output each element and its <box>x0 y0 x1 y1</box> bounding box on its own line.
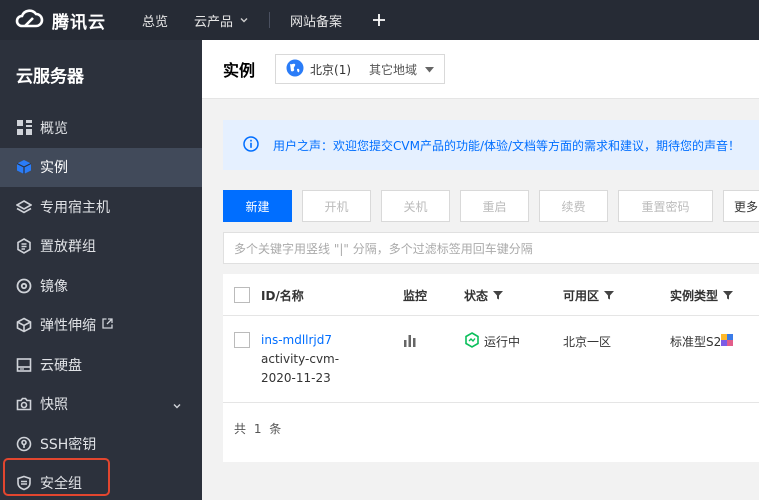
brand-logo[interactable]: 腾讯云 <box>0 7 142 33</box>
region-other: 其它地域 <box>369 62 418 77</box>
instance-id-link[interactable]: ins-mdllrjd7 <box>261 333 332 347</box>
sidebar-item-label: 实例 <box>40 160 68 177</box>
sparkle-icon <box>721 334 734 349</box>
col-zone[interactable]: 可用区 <box>563 287 615 304</box>
sidebar-item-security-group[interactable]: 安全组 <box>0 464 202 500</box>
caret-down-icon <box>425 62 435 76</box>
instance-type-value: 标准型S2 <box>670 333 734 350</box>
col-type-label: 实例类型 <box>670 289 719 303</box>
create-button[interactable]: 新建 <box>223 190 292 222</box>
col-status[interactable]: 状态 <box>464 287 504 304</box>
disc-icon <box>16 278 32 294</box>
renew-button[interactable]: 续费 <box>539 190 608 222</box>
sidebar-item-label: SSH密钥 <box>40 436 97 453</box>
instance-table: ID/名称 监控 状态 可用区 实例类型 ins-mdllrjd7 activi… <box>223 274 759 462</box>
instance-name: activity-cvm-2020-11-23 <box>261 352 340 385</box>
reset-password-button[interactable]: 重置密码 <box>618 190 713 222</box>
sidebar-item-auto-scaling[interactable]: 弹性伸缩 <box>0 306 202 346</box>
sidebar-item-ssh-keys[interactable]: SSH密钥 <box>0 424 202 464</box>
region-selector[interactable]: 北京(1) 其它地域 <box>275 54 446 84</box>
sidebar-item-label: 安全组 <box>40 476 82 493</box>
start-button[interactable]: 开机 <box>302 190 371 222</box>
cloud-icon <box>14 7 44 33</box>
shield-icon <box>16 475 32 491</box>
region-current: 北京(1) <box>310 62 352 77</box>
shutdown-button[interactable]: 关机 <box>381 190 450 222</box>
col-zone-label: 可用区 <box>563 289 600 303</box>
sidebar-item-label: 专用宿主机 <box>40 199 110 216</box>
sidebar-item-placement-group[interactable]: 置放群组 <box>0 227 202 267</box>
sidebar-item-dedicated-host[interactable]: 专用宿主机 <box>0 187 202 227</box>
status-badge: 运行中 <box>464 332 520 351</box>
restart-button[interactable]: 重启 <box>460 190 529 222</box>
sidebar-item-images[interactable]: 镜像 <box>0 266 202 306</box>
running-icon <box>464 332 480 351</box>
sidebar-item-label: 概览 <box>40 120 68 137</box>
notice-text[interactable]: 用户之声：欢迎您提交CVM产品的功能/体验/文档等方面的需求和建议，期待您的声音… <box>273 137 740 154</box>
sidebar-item-label: 置放群组 <box>40 239 96 256</box>
plus-icon[interactable] <box>372 13 386 27</box>
sidebar-item-snapshot[interactable]: 快照 <box>0 385 202 425</box>
table-header: ID/名称 监控 状态 可用区 实例类型 <box>223 274 759 316</box>
bar-chart-icon[interactable] <box>403 333 417 350</box>
external-link-icon <box>102 317 113 333</box>
col-monitor: 监控 <box>403 289 428 303</box>
table-row: ins-mdllrjd7 activity-cvm-2020-11-23 运行中… <box>223 316 759 403</box>
hexagon-icon <box>16 238 32 255</box>
col-status-label: 状态 <box>464 289 489 303</box>
nav-products[interactable]: 云产品 <box>194 11 249 30</box>
sidebar-item-overview[interactable]: 概览 <box>0 108 202 148</box>
select-all-checkbox[interactable] <box>234 287 250 303</box>
globe-icon <box>286 59 304 80</box>
sidebar-item-label: 镜像 <box>40 278 68 295</box>
filter-icon <box>723 289 734 303</box>
col-instance-type[interactable]: 实例类型 <box>670 287 734 304</box>
chevron-down-icon <box>240 18 248 23</box>
row-checkbox[interactable] <box>234 332 250 348</box>
key-icon <box>16 436 32 452</box>
filter-icon <box>604 289 615 303</box>
nav-icp-filing[interactable]: 网站备案 <box>290 11 342 30</box>
sidebar-title: 云服务器 <box>16 66 84 87</box>
camera-icon <box>16 396 32 412</box>
nav-overview[interactable]: 总览 <box>142 11 168 30</box>
table-footer: 共 1 条 <box>234 421 284 436</box>
cube-icon <box>16 159 32 175</box>
search-input[interactable]: 多个关键字用竖线 "|" 分隔，多个过滤标签用回车键分隔 <box>223 232 759 264</box>
sidebar: 云服务器 概览 实例 专用宿主机 置放群组 镜像 弹性伸缩 云硬盘 快照 SSH… <box>0 40 202 500</box>
box-icon <box>16 317 32 333</box>
disk-icon <box>16 357 32 373</box>
instance-type-text: 标准型S2 <box>670 335 722 349</box>
grid-icon <box>16 120 32 136</box>
action-toolbar: 新建 开机 关机 重启 续费 重置密码 更多 <box>223 190 759 222</box>
page-header: 实例 北京(1) 其它地域 <box>202 40 759 99</box>
sidebar-item-label: 弹性伸缩 <box>40 318 96 335</box>
main-content: 实例 北京(1) 其它地域 用户之声：欢迎您提交CVM产品的功能/体验/文档等方… <box>202 40 759 500</box>
layers-icon <box>16 199 32 215</box>
col-id-name: ID/名称 <box>261 289 304 303</box>
info-icon <box>243 135 259 155</box>
zone-value: 北京一区 <box>563 335 612 349</box>
nav-divider <box>269 12 271 28</box>
feedback-notice: 用户之声：欢迎您提交CVM产品的功能/体验/文档等方面的需求和建议，期待您的声音… <box>223 120 759 170</box>
chevron-down-icon[interactable] <box>172 399 182 415</box>
sidebar-item-label: 云硬盘 <box>40 357 82 374</box>
page-title: 实例 <box>223 61 256 80</box>
sidebar-item-label: 快照 <box>40 397 68 414</box>
filter-icon <box>493 289 504 303</box>
sidebar-item-cloud-disk[interactable]: 云硬盘 <box>0 345 202 385</box>
more-button[interactable]: 更多 <box>723 190 759 222</box>
nav-products-label: 云产品 <box>194 14 234 30</box>
top-navigation: 腾讯云 总览 云产品 网站备案 <box>0 0 759 40</box>
sidebar-item-instances[interactable]: 实例 <box>0 147 202 187</box>
brand-name: 腾讯云 <box>52 12 106 33</box>
status-text: 运行中 <box>484 335 521 349</box>
